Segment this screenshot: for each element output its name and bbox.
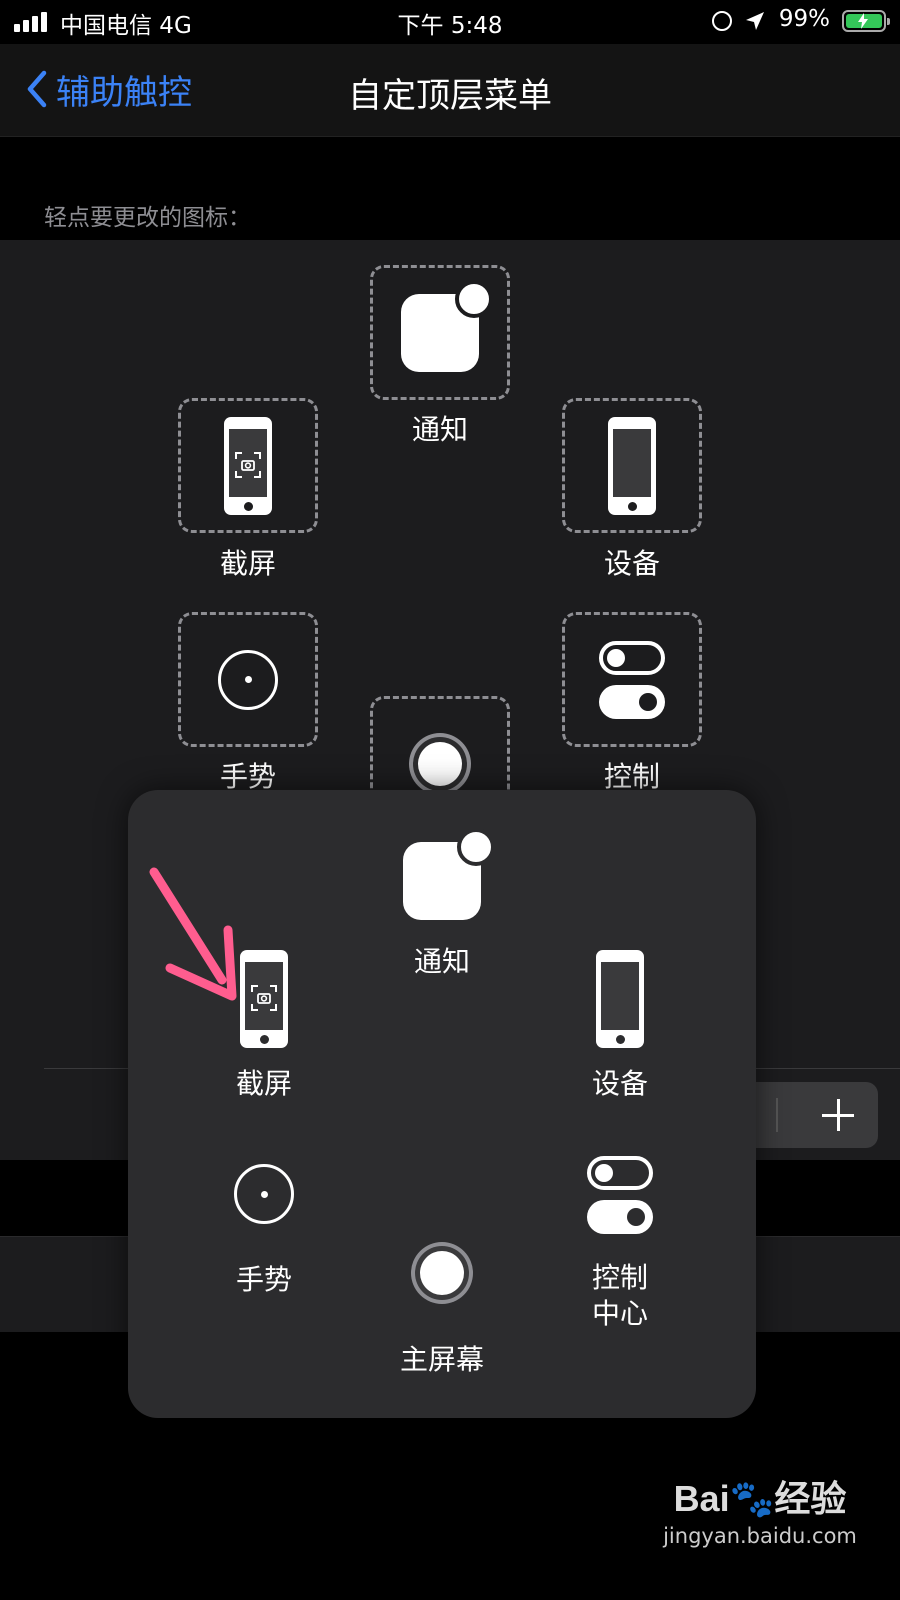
home-button-icon (411, 1242, 473, 1304)
slot-control-center[interactable] (562, 612, 702, 747)
slot-device-label: 设备 (603, 547, 660, 580)
menu-item-label: 手势 (235, 1263, 292, 1296)
location-arrow-icon (746, 12, 764, 30)
slot-gesture-label: 手势 (219, 760, 276, 793)
screenshot-icon (224, 416, 272, 515)
notification-icon (401, 279, 493, 372)
assistive-touch-menu: 通知 截屏 设备 手势 控制 中心 主屏幕 (128, 790, 756, 1418)
slot-notification-label: 通知 (411, 413, 468, 446)
slot-control-label: 控制 (603, 760, 660, 793)
slot-device[interactable] (562, 398, 702, 533)
home-button-icon (409, 732, 471, 795)
control-center-icon (587, 1156, 653, 1234)
baidu-logo: Bai🐾经验 (673, 1478, 847, 1519)
menu-item-label: 截屏 (235, 1067, 292, 1100)
watermark-url: jingyan.baidu.com (663, 1524, 857, 1548)
menu-item-label: 控制 中心 (591, 1261, 648, 1330)
screenshot-icon (240, 950, 288, 1048)
battery-percent: 99% (778, 6, 830, 32)
gesture-icon (218, 649, 278, 710)
rotation-lock-icon (712, 11, 732, 31)
menu-item-home[interactable]: 主屏幕 (362, 1242, 522, 1392)
gesture-icon (234, 1164, 294, 1224)
menu-item-gesture[interactable]: 手势 (184, 1164, 344, 1304)
menu-item-label: 主屏幕 (399, 1343, 484, 1376)
status-bar: 中国电信 4G 下午 5:48 99% (0, 0, 900, 44)
slot-screenshot[interactable] (178, 398, 318, 533)
menu-item-control-center[interactable]: 控制 中心 (540, 1156, 700, 1336)
menu-item-notification[interactable]: 通知 (362, 828, 522, 982)
notification-icon (403, 828, 495, 920)
page-title: 自定顶层菜单 (348, 76, 552, 116)
menu-item-screenshot[interactable]: 截屏 (184, 950, 344, 1100)
control-center-icon (599, 640, 665, 719)
navigation-bar: 辅助触控 自定顶层菜单 (0, 44, 900, 137)
plus-icon[interactable] (798, 1082, 878, 1148)
slot-screenshot-label: 截屏 (219, 547, 276, 580)
section-hint: 轻点要更改的图标： (44, 205, 251, 231)
device-icon (596, 950, 644, 1048)
device-icon (608, 416, 656, 515)
slot-gesture[interactable] (178, 612, 318, 747)
battery-icon (842, 10, 890, 32)
slot-notification[interactable] (370, 265, 510, 400)
menu-item-label: 设备 (591, 1067, 648, 1100)
menu-item-label: 通知 (413, 945, 470, 978)
watermark: Bai🐾经验 jingyan.baidu.com (660, 1470, 860, 1548)
menu-item-device[interactable]: 设备 (540, 950, 700, 1100)
